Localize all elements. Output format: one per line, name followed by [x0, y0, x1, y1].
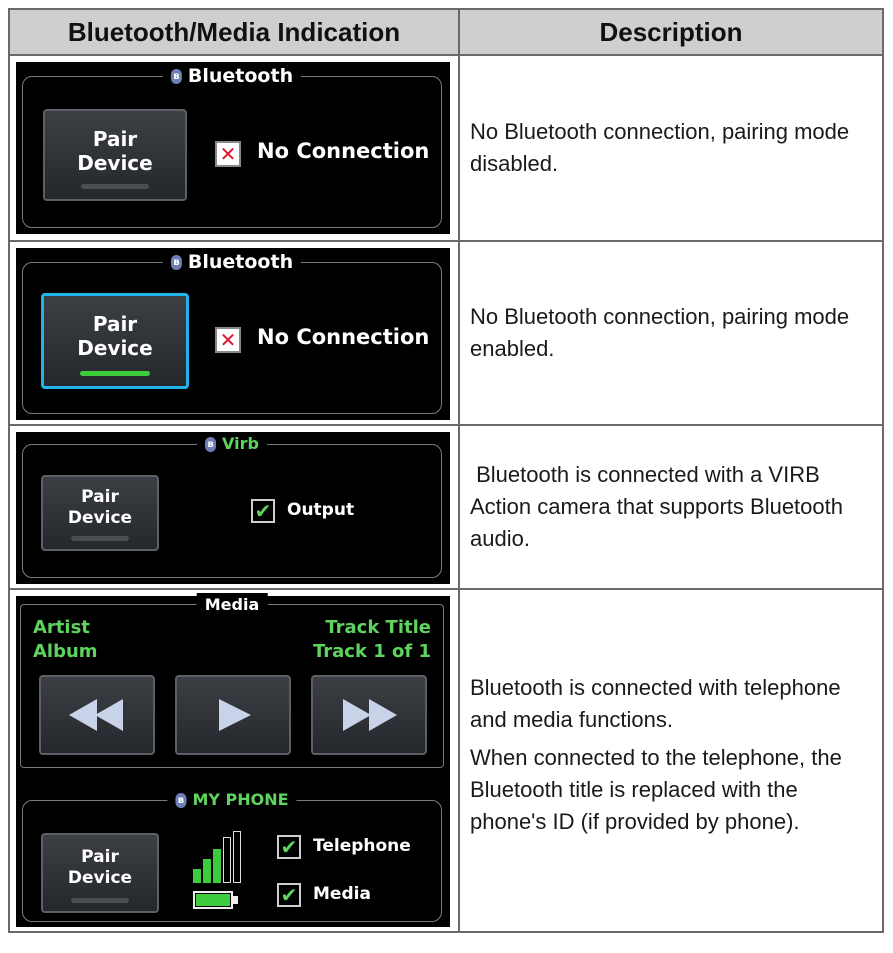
pairing-indicator-bar: [71, 536, 129, 541]
panel-title: ʙ Bluetooth: [162, 64, 302, 88]
description-text: Bluetooth is connected with a VIRB Actio…: [470, 462, 850, 551]
description-cell: Bluetooth is connected with a VIRB Actio…: [460, 426, 882, 588]
phone-title-text: MY PHONE: [192, 790, 289, 809]
pair-device-button[interactable]: Pair Device: [41, 475, 159, 551]
rewind-button[interactable]: [39, 675, 155, 755]
device-label: Device: [77, 151, 153, 175]
bluetooth-icon: ʙ: [170, 68, 182, 84]
phone-title: ʙ MY PHONE: [167, 788, 297, 812]
album-label: Album: [33, 641, 98, 662]
indication-cell: Media Artist Album Track Title Track 1 o…: [10, 590, 460, 931]
pairing-indicator-bar: [71, 898, 129, 903]
device-label: Device: [67, 868, 133, 888]
device-label: Device: [77, 336, 153, 360]
media-title: Media: [196, 593, 268, 617]
signal-bars-icon: [193, 831, 243, 883]
pairing-indicator-bar: [81, 184, 149, 189]
panel-title-text: Bluetooth: [187, 65, 294, 87]
play-button[interactable]: [175, 675, 291, 755]
bluetooth-icon: ʙ: [170, 254, 182, 270]
panel-title-text: Virb: [222, 434, 259, 453]
artist-label: Artist: [33, 617, 90, 638]
pair-label: Pair: [81, 487, 119, 507]
checkmark-icon[interactable]: ✔: [251, 499, 275, 523]
pair-device-button[interactable]: Pair Device: [41, 293, 189, 389]
battery-icon: [193, 891, 241, 911]
media-checkbox[interactable]: ✔: [277, 883, 301, 907]
x-mark-icon: ✕: [215, 327, 241, 353]
track-title-label: Track Title: [325, 617, 431, 638]
description-cell: No Bluetooth connection, pairing mode di…: [460, 56, 882, 240]
media-label: Media: [313, 884, 371, 904]
pair-label: Pair: [92, 312, 138, 336]
media-frame: Media Artist Album Track Title Track 1 o…: [20, 593, 444, 768]
table-row: ʙ Bluetooth Pair Device ✕ No Connection …: [8, 56, 884, 242]
panel-title-text: Bluetooth: [187, 251, 294, 273]
bluetooth-icon: ʙ: [175, 792, 187, 808]
indication-cell: ʙ Bluetooth Pair Device ✕ No Connection: [10, 242, 460, 424]
play-icon: [219, 699, 251, 731]
indication-table: Bluetooth/Media Indication Description ʙ…: [8, 8, 884, 933]
connection-status: No Connection: [257, 325, 430, 349]
pair-label: Pair: [81, 847, 119, 867]
description-text-note: When connected to the telephone, the Blu…: [470, 745, 842, 834]
bluetooth-frame: ʙ Bluetooth Pair Device ✕ No Connection: [22, 250, 442, 414]
description-cell: Bluetooth is connected with telephone an…: [460, 590, 882, 931]
pair-device-button[interactable]: Pair Device: [41, 833, 159, 913]
header-indication: Bluetooth/Media Indication: [10, 10, 460, 54]
bluetooth-icon: ʙ: [205, 436, 217, 452]
panel-title: ʙ Virb: [197, 432, 267, 456]
bluetooth-panel-screen: ʙ Bluetooth Pair Device ✕ No Connection: [16, 62, 450, 234]
fast-forward-button[interactable]: [311, 675, 427, 755]
virb-panel-screen: ʙ Virb Pair Device ✔ Output: [16, 432, 450, 584]
description-text: Bluetooth is connected with telephone an…: [470, 675, 841, 732]
table-row: ʙ Bluetooth Pair Device ✕ No Connection …: [8, 242, 884, 426]
connection-status: No Connection: [257, 139, 430, 163]
virb-frame: ʙ Virb Pair Device ✔ Output: [22, 432, 442, 578]
pairing-indicator-bar: [80, 371, 150, 376]
telephone-checkbox[interactable]: ✔: [277, 835, 301, 859]
output-label: Output: [287, 500, 355, 520]
telephone-label: Telephone: [313, 836, 411, 856]
description-cell: No Bluetooth connection, pairing mode en…: [460, 242, 882, 424]
indication-cell: ʙ Virb Pair Device ✔ Output: [10, 426, 460, 588]
indication-cell: ʙ Bluetooth Pair Device ✕ No Connection: [10, 56, 460, 240]
panel-title: ʙ Bluetooth: [162, 250, 302, 274]
header-description: Description: [599, 16, 743, 47]
table-header: Bluetooth/Media Indication Description: [8, 8, 884, 56]
x-mark-icon: ✕: [215, 141, 241, 167]
pair-device-button[interactable]: Pair Device: [43, 109, 187, 201]
bluetooth-frame: ʙ Bluetooth Pair Device ✕ No Connection: [22, 64, 442, 228]
media-phone-screen: Media Artist Album Track Title Track 1 o…: [16, 593, 450, 927]
phone-frame: ʙ MY PHONE Pair Device ✔ Telephone ✔ Med…: [22, 788, 442, 922]
track-number-label: Track 1 of 1: [312, 641, 431, 662]
table-row: ʙ Virb Pair Device ✔ Output Bluetooth is…: [8, 426, 884, 590]
table-row: Media Artist Album Track Title Track 1 o…: [8, 590, 884, 933]
bluetooth-panel-screen: ʙ Bluetooth Pair Device ✕ No Connection: [16, 248, 450, 420]
description-text: No Bluetooth connection, pairing mode di…: [470, 119, 850, 176]
device-label: Device: [67, 508, 133, 528]
pair-label: Pair: [92, 127, 138, 151]
description-text: No Bluetooth connection, pairing mode en…: [470, 304, 850, 361]
